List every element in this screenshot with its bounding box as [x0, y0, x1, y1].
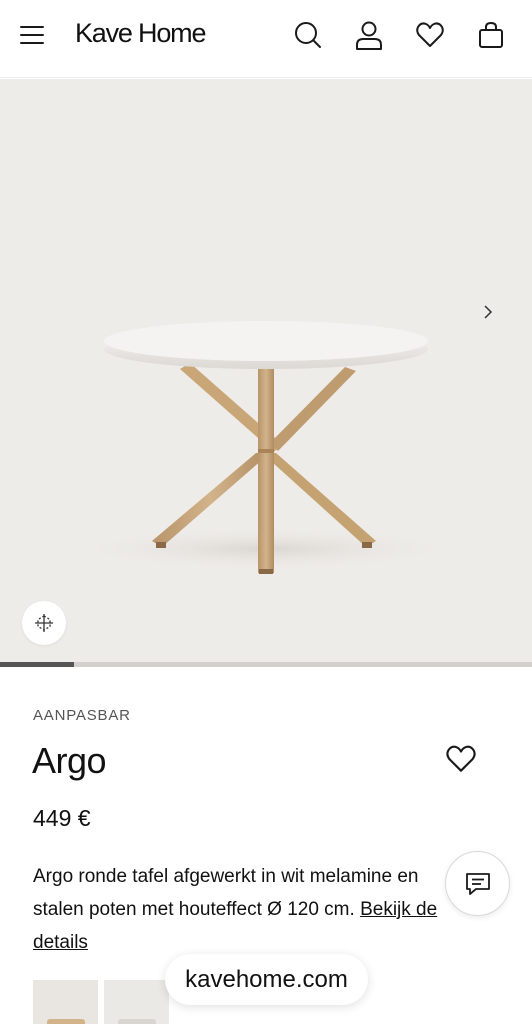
user-icon[interactable]: [353, 19, 385, 51]
product-price: 449 €: [33, 805, 91, 831]
product-title: Argo: [32, 740, 107, 781]
favorite-button[interactable]: [444, 742, 478, 776]
product-thumbnail[interactable]: [33, 980, 98, 1024]
chat-icon: [465, 872, 490, 895]
ar-view-button[interactable]: [22, 601, 66, 645]
search-icon[interactable]: [292, 19, 324, 51]
product-thumbnail[interactable]: [104, 980, 169, 1024]
site-header: Kave Home: [0, 0, 532, 78]
gallery-progress-fill: [0, 662, 75, 667]
browser-url-bar[interactable]: kavehome.com: [165, 954, 368, 1005]
bag-icon[interactable]: [475, 19, 507, 51]
product-eyebrow: AANPASBAR: [33, 707, 131, 724]
logo[interactable]: Kave Home: [75, 18, 206, 49]
product-image: [65, 321, 465, 574]
heart-icon: [446, 745, 476, 772]
chat-button[interactable]: [445, 851, 510, 916]
gallery-progress: [0, 662, 532, 667]
chevron-right-icon[interactable]: [478, 301, 498, 323]
menu-icon[interactable]: [20, 24, 46, 46]
heart-icon[interactable]: [414, 19, 446, 51]
product-description: Argo ronde tafel afgewerkt in wit melami…: [33, 860, 473, 959]
product-gallery[interactable]: [0, 79, 532, 662]
ar-view-icon: [35, 614, 53, 632]
